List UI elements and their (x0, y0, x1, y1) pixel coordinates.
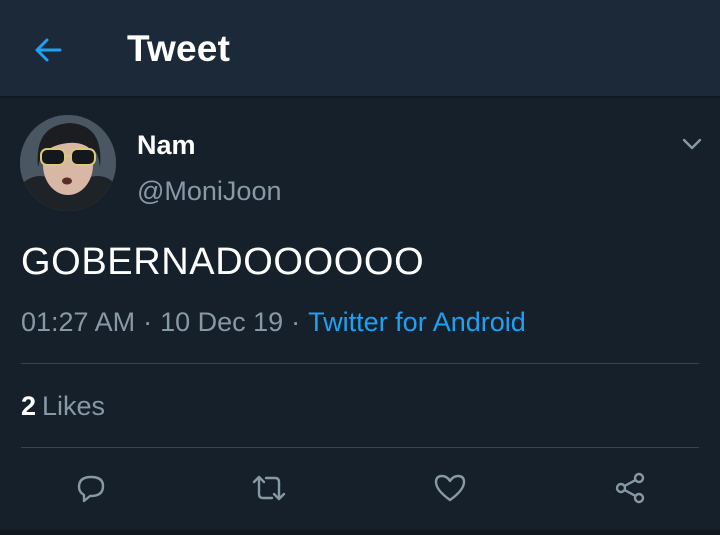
retweet-icon (252, 475, 286, 501)
author-handle[interactable]: @MoniJoon (137, 176, 281, 207)
likes-summary[interactable]: 2 Likes (21, 391, 105, 422)
tweet-meta: 01:27 AM · 10 Dec 19 · Twitter for Android (21, 307, 526, 338)
likes-count: 2 (21, 391, 37, 421)
author-name[interactable]: Nam (137, 130, 196, 161)
tweet-time: 01:27 AM (21, 307, 136, 337)
reply-icon (77, 475, 105, 503)
tweet-text: GOBERNADOOOOOO (21, 241, 425, 283)
tweet-date: 10 Dec 19 (160, 307, 284, 337)
heart-icon (434, 474, 466, 502)
bottom-border (0, 530, 720, 535)
back-button[interactable] (28, 30, 68, 70)
meta-separator: · (143, 307, 153, 337)
divider (21, 363, 699, 364)
meta-separator: · (291, 307, 301, 337)
share-icon (615, 472, 645, 504)
tweet-source-link[interactable]: Twitter for Android (308, 307, 526, 337)
retweet-button[interactable] (249, 468, 289, 508)
arrow-left-icon (35, 38, 62, 62)
chevron-down-icon (682, 138, 702, 150)
page-title: Tweet (127, 28, 231, 69)
like-button[interactable] (430, 468, 470, 508)
avatar-image (20, 115, 116, 211)
divider (21, 447, 699, 448)
tweet-menu-button[interactable] (676, 128, 708, 160)
avatar[interactable] (20, 115, 116, 211)
reply-button[interactable] (71, 468, 111, 508)
top-app-bar: Tweet (0, 0, 720, 98)
share-button[interactable] (610, 468, 650, 508)
likes-label: Likes (42, 391, 106, 421)
